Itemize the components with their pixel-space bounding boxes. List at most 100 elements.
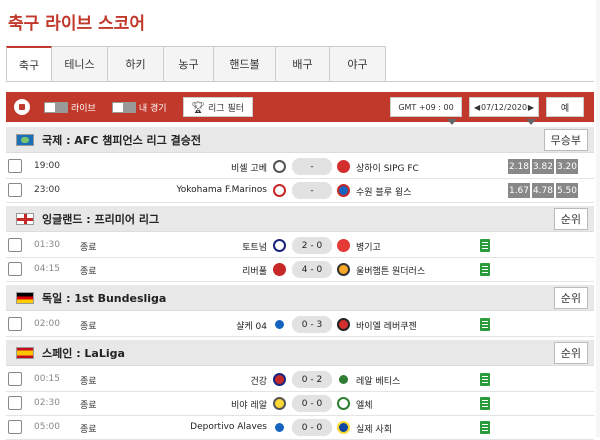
match-status: 종료	[80, 377, 97, 387]
home-team-logo-icon	[273, 397, 286, 410]
away-team: 상하이 SIPG FC	[356, 164, 419, 174]
match-time: 02:30	[34, 398, 60, 408]
match-time: 02:00	[34, 319, 60, 329]
match-status: 종료	[80, 425, 97, 435]
timezone-value: GMT +09 : 00	[398, 102, 454, 112]
prev-date-icon[interactable]: ◀	[474, 103, 480, 112]
standings-button[interactable]: 순위	[553, 342, 588, 364]
match-row[interactable]: 02:30 종료 비야 레알 0 - 0 엘체	[6, 392, 594, 416]
spain-flag-icon	[16, 346, 34, 359]
my-games-label: 내 경기	[138, 103, 167, 114]
match-row[interactable]: 00:15 종료 건강 0 - 2 레알 베티스	[6, 368, 594, 392]
tab-baseball[interactable]: 야구	[330, 46, 386, 82]
tab-volleyball[interactable]: 배구	[276, 46, 330, 82]
away-team: 실제 사회	[356, 425, 392, 435]
league-header: 국제 : AFC 챔피언스 리그 결승전 무승부	[6, 127, 594, 153]
germany-flag-icon	[16, 291, 34, 304]
odds-away[interactable]: 3.20	[556, 159, 578, 174]
tab-handball[interactable]: 핸드볼	[214, 46, 276, 82]
tab-divider	[6, 81, 594, 82]
odds-away[interactable]: 5.50	[556, 183, 578, 198]
match-checkbox[interactable]	[8, 420, 22, 434]
chevron-down-icon	[526, 119, 536, 125]
league-name: 잉글랜드 : 프리미어 리그	[42, 212, 160, 226]
world-flag-icon	[16, 133, 34, 146]
home-team-logo-icon	[273, 373, 286, 386]
match-row[interactable]: 19:00 비셀 고베 - 상하이 SIPG FC 2.18 3.82 3.20	[6, 155, 594, 179]
odds-home[interactable]: 1.67	[508, 183, 530, 198]
tab-tennis[interactable]: 테니스	[52, 46, 108, 82]
away-team-logo-icon	[337, 263, 350, 276]
match-row[interactable]: 04:15 종료 리버풀 4 - 0 울버햄튼 원더러스	[6, 258, 594, 282]
match-row[interactable]: 02:00 종료 샬케 04 0 - 3 바이엘 레버쿠젠	[6, 313, 594, 337]
match-status: 종료	[80, 267, 97, 277]
home-team-logo-icon	[273, 318, 286, 331]
match-status: 종료	[80, 401, 97, 411]
away-team-logo-icon	[337, 318, 350, 331]
match-time: 19:00	[34, 161, 60, 171]
england-flag-icon	[16, 212, 34, 225]
league-header: 독일 : 1st Bundesliga 순위	[6, 285, 594, 311]
my-games-toggle[interactable]: 내 경기	[111, 101, 167, 114]
match-time: 04:15	[34, 264, 60, 274]
away-team: 레알 베티스	[356, 377, 401, 387]
toggle-switch-icon	[111, 101, 136, 113]
sport-tabs: 축구 테니스 하키 농구 핸드볼 배구 야구	[6, 46, 386, 82]
scrollbar[interactable]	[596, 0, 600, 437]
away-team-logo-icon	[337, 421, 350, 434]
match-row[interactable]: 23:00 Yokohama F.Marinos - 수원 블루 윙스 1.67…	[6, 179, 594, 203]
match-score: -	[292, 158, 332, 175]
home-team: 토트넘	[242, 243, 267, 253]
draw-button[interactable]: 무승부	[543, 129, 588, 151]
language-button[interactable]: 예	[546, 97, 584, 117]
match-status: 종료	[80, 243, 97, 253]
odds-home[interactable]: 2.18	[508, 159, 530, 174]
match-report-icon[interactable]	[480, 421, 490, 434]
league-header: 스페인 : LaLiga 순위	[6, 340, 594, 366]
league-filter-button[interactable]: 🏆︎ 리그 필터	[182, 97, 253, 117]
home-team: 샬케 04	[236, 322, 267, 332]
away-team: 바이엘 레버쿠젠	[356, 322, 417, 332]
timezone-select[interactable]: GMT +09 : 00	[390, 97, 462, 125]
match-checkbox[interactable]	[8, 183, 22, 197]
match-row[interactable]: 01:30 종료 토트넘 2 - 0 병기고	[6, 234, 594, 258]
match-checkbox[interactable]	[8, 238, 22, 252]
toolbar: 라이브 내 경기 🏆︎ 리그 필터 GMT +09 : 00 ◀ 07/12/2…	[6, 92, 594, 125]
match-checkbox[interactable]	[8, 372, 22, 386]
odds-draw[interactable]: 3.82	[532, 159, 554, 174]
home-team: 건강	[250, 377, 267, 387]
next-date-icon[interactable]: ▶	[528, 103, 534, 112]
match-report-icon[interactable]	[480, 373, 490, 386]
match-checkbox[interactable]	[8, 262, 22, 276]
match-report-icon[interactable]	[480, 239, 490, 252]
tab-soccer[interactable]: 축구	[6, 46, 52, 82]
tab-basketball[interactable]: 농구	[164, 46, 214, 82]
page-title: 축구 라이브 스코어	[8, 14, 145, 34]
match-checkbox[interactable]	[8, 159, 22, 173]
match-report-icon[interactable]	[480, 397, 490, 410]
match-report-icon[interactable]	[480, 263, 490, 276]
match-score: 2 - 0	[292, 237, 332, 254]
league-name: 독일 : 1st Bundesliga	[42, 291, 167, 305]
toggle-switch-icon	[44, 101, 68, 113]
odds: 2.18 3.82 3.20	[508, 159, 578, 174]
match-checkbox[interactable]	[8, 317, 22, 331]
match-status: 종료	[80, 322, 97, 332]
away-team-logo-icon	[337, 184, 350, 197]
match-row[interactable]: 05:00 종료 Deportivo Alaves 0 - 0 실제 사회	[6, 416, 594, 440]
odds: 1.67 4.78 5.50	[508, 183, 578, 198]
odds-draw[interactable]: 4.78	[532, 183, 554, 198]
date-picker[interactable]: ◀ 07/12/2020 ▶	[469, 97, 539, 125]
away-team: 울버햄튼 원더러스	[356, 267, 426, 277]
home-team-logo-icon	[273, 239, 286, 252]
date-value: 07/12/2020	[480, 102, 528, 112]
live-toggle[interactable]: 라이브	[44, 101, 96, 114]
match-checkbox[interactable]	[8, 396, 22, 410]
match-score: 0 - 2	[292, 371, 332, 388]
tab-hockey[interactable]: 하키	[108, 46, 164, 82]
match-report-icon[interactable]	[480, 318, 490, 331]
league-filter-label: 리그 필터	[208, 103, 245, 114]
standings-button[interactable]: 순위	[553, 287, 588, 309]
away-team: 엘체	[356, 401, 373, 411]
standings-button[interactable]: 순위	[553, 208, 588, 230]
